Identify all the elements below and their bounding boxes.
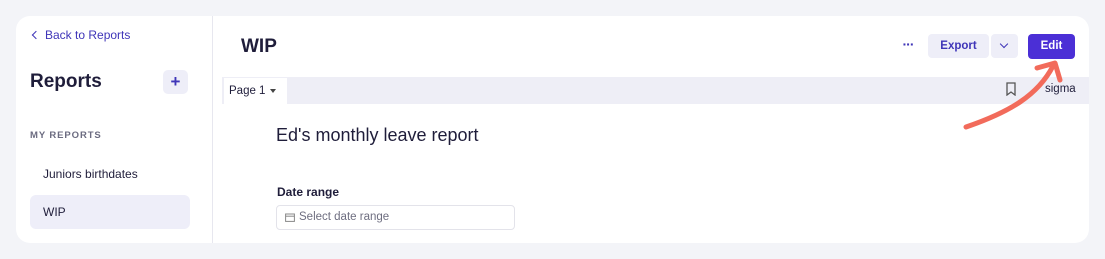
tab-label: Page 1 [229,85,266,97]
chevron-down-icon [999,39,1009,49]
more-icon: ··· [902,36,915,52]
app-window: Back to Reports Reports + MY REPORTS Jun… [16,16,1089,243]
date-range-label: Date range [277,185,340,199]
report-title: Ed's monthly leave report [276,125,479,145]
sidebar-title: Reports [30,71,102,92]
sidebar-item-label: WIP [43,205,66,219]
back-to-reports-link[interactable]: Back to Reports [31,28,131,42]
main-panel: WIP ··· Export Edit Page 1 sigma Ed's mo… [214,16,1089,243]
sidebar-item-label: Juniors birthdates [43,167,138,181]
bookmark-icon[interactable] [1006,82,1016,96]
page-tabs-bar: Page 1 sigma [222,77,1089,104]
chevron-left-icon [31,30,41,40]
calendar-icon [285,213,295,222]
export-options-button[interactable] [991,34,1018,58]
add-report-button[interactable]: + [163,70,188,94]
sigma-brand-label: sigma [1045,83,1076,95]
edit-button[interactable]: Edit [1028,34,1075,59]
date-range-input[interactable]: Select date range [276,205,515,230]
date-range-placeholder: Select date range [299,211,390,223]
page-title: WIP [241,36,277,57]
sidebar: Back to Reports Reports + MY REPORTS Jun… [16,16,213,243]
caret-down-icon [270,88,277,93]
back-link-label: Back to Reports [45,28,131,42]
tab-page-1[interactable]: Page 1 [224,78,287,104]
export-button[interactable]: Export [928,34,989,58]
section-label-my-reports: MY REPORTS [30,130,102,141]
sidebar-item-wip[interactable]: WIP [30,195,190,229]
sidebar-item-juniors-birthdates[interactable]: Juniors birthdates [30,157,190,191]
more-options-button[interactable]: ··· [896,34,920,58]
